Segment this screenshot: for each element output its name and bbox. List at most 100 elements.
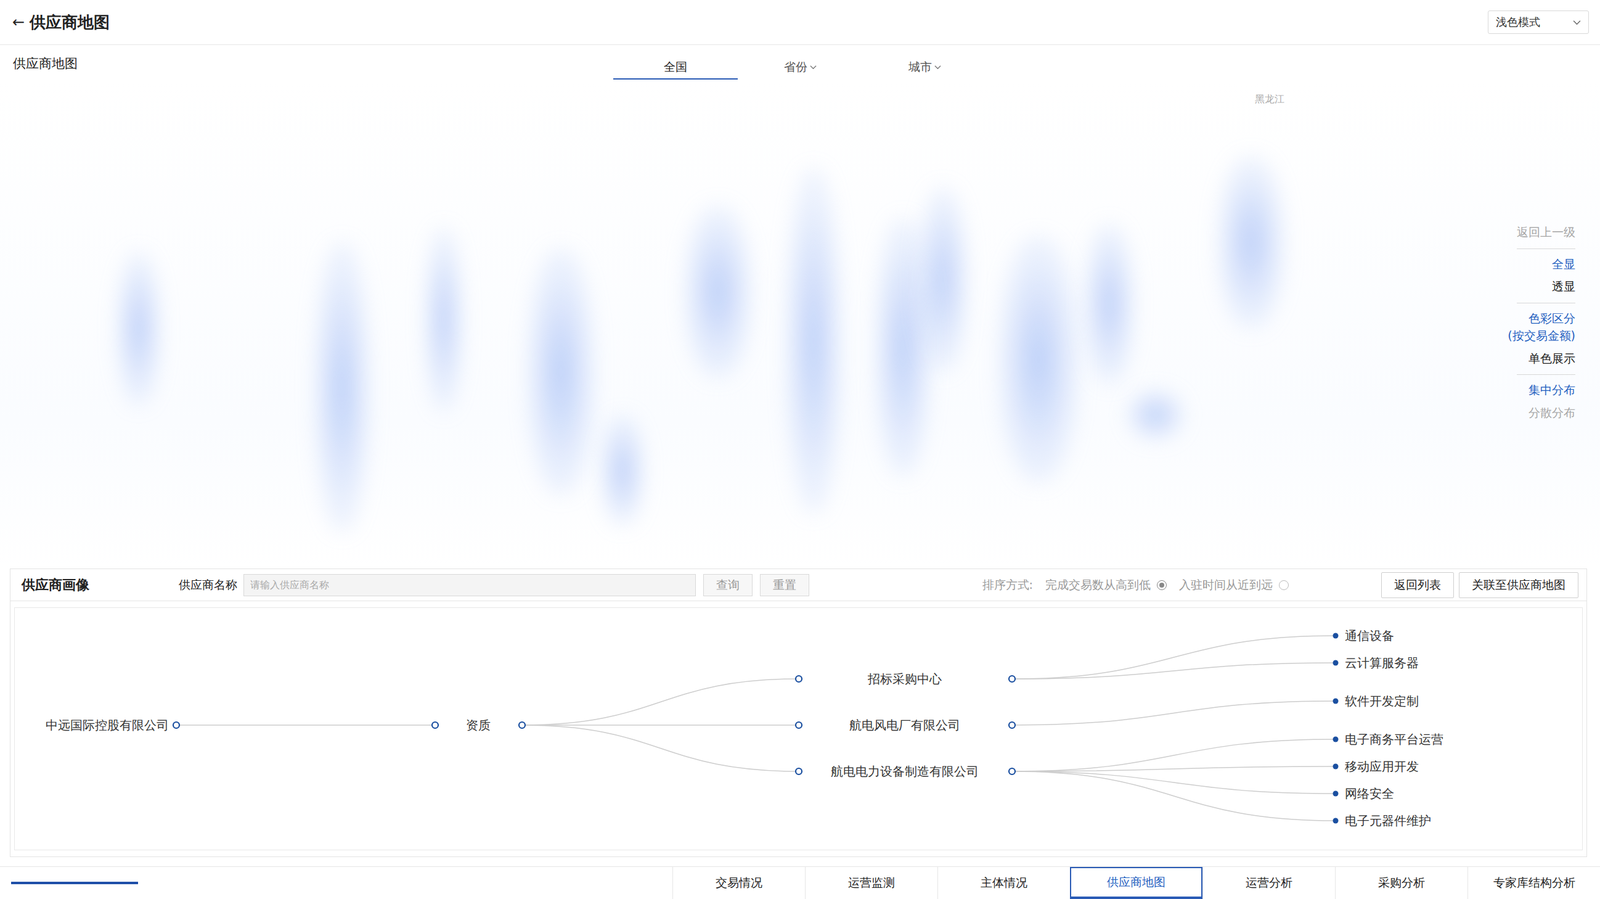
tree-category-label: 资质 — [465, 717, 491, 733]
page-title: 供应商地图 — [29, 11, 110, 34]
node-handle[interactable] — [795, 675, 802, 682]
region-tabs: 全国 省份 城市 — [613, 44, 987, 80]
map-controls: 返回上一级 全显 透显 色彩区分 (按交易金额)单色展示 集中分布 分散分布 — [1501, 219, 1576, 431]
tree-link — [1012, 700, 1336, 725]
sort-option-label: 完成交易数从高到低 — [1045, 576, 1151, 593]
region-tab[interactable]: 城市 — [862, 56, 987, 80]
map-panel-head: 供应商地图 全国 省份 城市 — [0, 44, 1600, 82]
map-control-label: 色彩区分 — [1528, 309, 1576, 328]
sort-option-label: 入驻时间从近到远 — [1179, 576, 1273, 593]
tree-company-label: 航电风电厂有限公司 — [849, 717, 961, 733]
node-handle[interactable] — [432, 721, 439, 728]
node-handle[interactable] — [518, 721, 526, 728]
portrait-toolbar: 供应商画像 供应商名称 查询重置 排序方式: 完成交易数从高到低 入驻时间从近到… — [10, 568, 1587, 601]
region-label: 黑龙江 — [1254, 93, 1285, 107]
tree-leaf-label: 通信设备 — [1344, 628, 1395, 643]
tree-leaf-label: 电子商务平台运营 — [1344, 731, 1444, 747]
bottom-tab[interactable]: 专家库结构分析 — [1467, 866, 1600, 899]
map-region-blob — [425, 226, 463, 412]
sort-option[interactable]: 入驻时间从近到远 — [1179, 576, 1289, 593]
tree-leaf-label: 云计算服务器 — [1344, 655, 1419, 670]
tree-link — [522, 678, 799, 725]
map-region-blob — [785, 168, 842, 514]
portrait-panel: 供应商画像 供应商名称 查询重置 排序方式: 完成交易数从高到低 入驻时间从近到… — [9, 568, 1588, 857]
search-label: 供应商名称 — [178, 576, 238, 593]
tree-company-label: 航电电力设备制造有限公司 — [830, 763, 979, 779]
bottom-tab[interactable]: 运营分析 — [1202, 866, 1335, 899]
map-control-group: 全显 透显 — [1516, 251, 1576, 304]
node-handle[interactable] — [795, 721, 802, 728]
leaf-dot — [1333, 817, 1339, 824]
tree-link — [1012, 738, 1336, 772]
tree-link — [1012, 635, 1336, 679]
sort-option[interactable]: 完成交易数从高到低 — [1045, 576, 1167, 593]
chevron-down-icon — [934, 64, 942, 70]
bottom-tab[interactable]: 采购分析 — [1334, 866, 1468, 899]
map-region-blob — [526, 248, 595, 495]
map-region-blob — [600, 414, 645, 526]
region-tab[interactable]: 省份 — [737, 56, 863, 80]
back-button[interactable]: ← 供应商地图 — [12, 11, 110, 34]
action-button[interactable]: 关联至供应商地图 — [1458, 571, 1579, 598]
map-region-blob — [1084, 223, 1135, 384]
leaf-dot — [1333, 660, 1339, 666]
back-arrow-icon: ← — [12, 13, 25, 31]
chevron-down-icon — [809, 64, 817, 70]
map-control[interactable]: 单色展示 — [1528, 349, 1576, 368]
map-control[interactable]: 色彩区分 (按交易金额) — [1507, 309, 1576, 345]
map-control[interactable]: 全显 — [1551, 255, 1576, 274]
supplier-map[interactable] — [0, 81, 1600, 568]
action-button[interactable]: 返回列表 — [1381, 571, 1454, 598]
node-handle[interactable] — [1008, 721, 1016, 728]
tree-link — [1012, 771, 1336, 821]
tree-link — [176, 724, 436, 726]
map-control-label: 单色展示 — [1528, 349, 1576, 368]
leaf-dot — [1333, 632, 1339, 639]
progress-line — [11, 881, 139, 884]
map-control-group: 色彩区分 (按交易金额)单色展示 — [1516, 305, 1576, 376]
tree-leaf-label: 网络安全 — [1344, 785, 1395, 801]
node-handle[interactable] — [173, 721, 180, 728]
sort-label: 排序方式: — [982, 576, 1033, 593]
region-tab-label: 全国 — [663, 59, 688, 76]
tree-leaf-label: 移动应用开发 — [1344, 758, 1419, 774]
portrait-title: 供应商画像 — [21, 575, 90, 595]
leaf-dot — [1333, 790, 1339, 797]
map-panel: 供应商地图 全国 省份 城市 黑龙江 返回上一级 全显 透显 色彩区分 (按交易… — [0, 44, 1600, 568]
tree-diagram: 中远国际控股有限公司资质招标采购中心通信设备云计算服务器航电风电厂有限公司软件开… — [14, 607, 1583, 850]
map-control-label: 集中分布 — [1528, 380, 1576, 399]
bottom-nav-left — [0, 866, 673, 899]
leaf-dot — [1333, 698, 1339, 704]
map-region-blob — [314, 242, 370, 532]
node-handle[interactable] — [795, 767, 802, 775]
chevron-down-icon — [1572, 19, 1581, 26]
bottom-tab[interactable]: 交易情况 — [672, 866, 805, 899]
map-control-group: 集中分布 分散分布 — [1516, 377, 1576, 429]
region-tab-label: 省份 — [783, 59, 808, 76]
map-region-blob — [1217, 155, 1286, 329]
map-control[interactable]: 集中分布 — [1528, 380, 1576, 399]
map-region-blob — [918, 186, 968, 372]
bottom-tab[interactable]: 主体情况 — [937, 866, 1070, 899]
map-control[interactable]: 返回上一级 — [1516, 223, 1576, 241]
supplier-name-input[interactable] — [243, 573, 696, 596]
search-button[interactable]: 重置 — [759, 573, 810, 596]
search-group: 供应商名称 查询重置 — [178, 573, 817, 596]
theme-select-value: 浅色模式 — [1495, 14, 1541, 30]
tree-link — [1012, 771, 1336, 794]
radio-icon — [1156, 579, 1167, 590]
node-handle[interactable] — [1008, 767, 1016, 775]
theme-select[interactable]: 浅色模式 — [1487, 10, 1589, 34]
search-button[interactable]: 查询 — [703, 573, 753, 596]
region-tab[interactable]: 全国 — [613, 56, 738, 80]
top-header: ← 供应商地图 浅色模式 — [0, 0, 1600, 45]
map-region-blob — [998, 236, 1079, 483]
bottom-tab[interactable]: 运营监测 — [804, 866, 938, 899]
map-control[interactable]: 透显 — [1551, 277, 1576, 296]
node-handle[interactable] — [1008, 675, 1016, 682]
map-control[interactable]: 分散分布 — [1528, 403, 1576, 422]
supplier-tree: 中远国际控股有限公司资质招标采购中心通信设备云计算服务器航电风电厂有限公司软件开… — [14, 607, 1583, 850]
radio-icon — [1278, 579, 1289, 590]
map-panel-title: 供应商地图 — [12, 54, 78, 73]
bottom-tab[interactable]: 供应商地图 — [1069, 866, 1203, 899]
